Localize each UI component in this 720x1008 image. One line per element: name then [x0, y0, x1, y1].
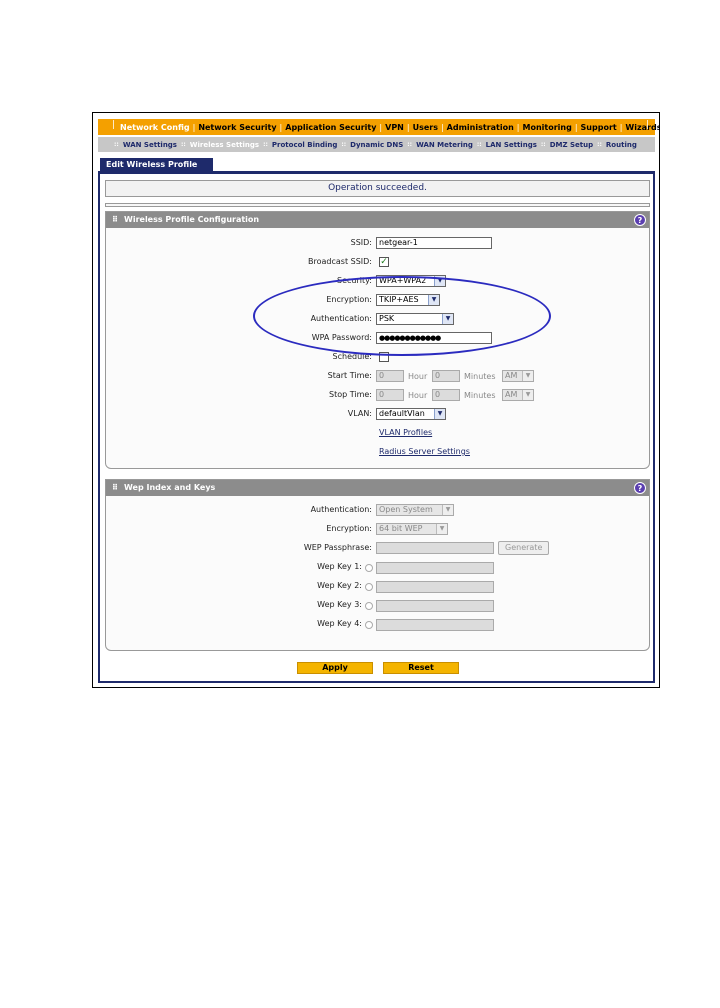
annotation-ellipse — [253, 276, 551, 356]
chevron-down-icon: ▼ — [442, 505, 453, 515]
grip-icon: ⠿ — [112, 215, 118, 224]
sub-nav-routing[interactable]: Routing — [606, 141, 637, 149]
sub-nav: :: WAN Settings :: Wireless Settings :: Pro… — [98, 137, 655, 152]
stop-minutes-input[interactable]: 0 — [432, 389, 460, 401]
main-nav-network-config[interactable]: Network Config — [120, 123, 190, 132]
sub-nav-lan-settings[interactable]: LAN Settings — [486, 141, 537, 149]
wep-encryption-label: Encryption: — [326, 524, 372, 533]
apply-button[interactable]: Apply — [297, 662, 373, 674]
sub-nav-protocol-binding[interactable]: Protocol Binding — [272, 141, 337, 149]
stop-ampm-select[interactable]: AM ▼ — [502, 389, 534, 401]
vlan-value: defaultVlan — [379, 409, 425, 418]
router-admin-window: | Network Config | Network Security | Appl… — [92, 112, 660, 688]
section-header: ⠿ Wireless Profile Configuration ? — [106, 212, 649, 228]
ssid-input[interactable]: netgear-1 — [376, 237, 492, 249]
wep-key4-radio[interactable] — [365, 621, 373, 629]
wep-key4-input[interactable] — [376, 619, 494, 631]
wep-passphrase-label: WEP Passphrase: — [303, 543, 372, 552]
wep-passphrase-input[interactable] — [376, 542, 494, 554]
wep-key3-radio[interactable] — [365, 602, 373, 610]
wep-key3-input[interactable] — [376, 600, 494, 612]
wep-authentication-label: Authentication: — [310, 505, 372, 514]
main-nav-items: Network Config | Network Security | Applic… — [120, 122, 660, 132]
main-nav-application-security[interactable]: Application Security — [285, 123, 376, 132]
wep-authentication-value: Open System — [379, 505, 433, 514]
stop-ampm-value: AM — [505, 390, 518, 399]
sub-nav-dynamic-dns[interactable]: Dynamic DNS — [350, 141, 403, 149]
help-icon[interactable]: ? — [634, 214, 646, 226]
help-icon[interactable]: ? — [634, 482, 646, 494]
wep-key1-radio[interactable] — [365, 564, 373, 572]
broadcast-ssid-label: Broadcast SSID: — [308, 257, 372, 266]
section-title: Wireless Profile Configuration — [124, 215, 260, 224]
main-nav-administration[interactable]: Administration — [447, 123, 514, 132]
vlan-label: VLAN: — [347, 409, 372, 418]
grip-icon: ⠿ — [112, 483, 118, 492]
start-minutes-input[interactable]: 0 — [432, 370, 460, 382]
start-ampm-value: AM — [505, 371, 518, 380]
wep-key3-label: Wep Key 3: — [317, 600, 362, 609]
generate-button[interactable]: Generate — [498, 541, 550, 555]
tab-edit-wireless-profile[interactable]: Edit Wireless Profile — [100, 158, 213, 171]
chevron-down-icon: ▼ — [522, 371, 533, 381]
content-panel: Operation succeeded. ⠿ Wireless Profile … — [98, 171, 655, 683]
broadcast-ssid-checkbox[interactable]: ✓ — [379, 257, 389, 267]
wep-key2-input[interactable] — [376, 581, 494, 593]
stop-time-label: Stop Time: — [328, 390, 372, 399]
ssid-label: SSID: — [350, 238, 372, 247]
wep-encryption-select[interactable]: 64 bit WEP ▼ — [376, 523, 448, 535]
wep-key2-radio[interactable] — [365, 583, 373, 591]
stop-hour-input[interactable]: 0 — [376, 389, 404, 401]
chevron-down-icon: ▼ — [436, 524, 447, 534]
main-nav-monitoring[interactable]: Monitoring — [523, 123, 572, 132]
main-nav: | Network Config | Network Security | Appl… — [98, 119, 660, 135]
sub-nav-wireless-settings[interactable]: Wireless Settings — [190, 141, 259, 149]
wep-authentication-select[interactable]: Open System ▼ — [376, 504, 454, 516]
main-nav-users[interactable]: Users — [413, 123, 438, 132]
wep-section: ⠿ Wep Index and Keys ? Authentication: O… — [105, 479, 650, 651]
start-hour-input[interactable]: 0 — [376, 370, 404, 382]
section-title: Wep Index and Keys — [124, 483, 216, 492]
start-time-label: Start Time: — [327, 371, 372, 380]
section-header: ⠿ Wep Index and Keys ? — [106, 480, 649, 496]
status-message: Operation succeeded. — [105, 180, 650, 197]
main-nav-wizards[interactable]: Wizards — [625, 123, 659, 132]
stop-minutes-unit: Minutes — [464, 391, 496, 400]
vlan-select[interactable]: defaultVlan ▼ — [376, 408, 446, 420]
wep-key1-label: Wep Key 1: — [317, 562, 362, 571]
divider-bar — [105, 203, 650, 207]
vlan-profiles-link[interactable]: VLAN Profiles — [379, 428, 432, 437]
main-nav-network-security[interactable]: Network Security — [198, 123, 276, 132]
wep-key2-label: Wep Key 2: — [317, 581, 362, 590]
sub-nav-wan-settings[interactable]: WAN Settings — [123, 141, 177, 149]
wep-key4-label: Wep Key 4: — [317, 619, 362, 628]
wep-encryption-value: 64 bit WEP — [379, 524, 423, 533]
wep-key1-input[interactable] — [376, 562, 494, 574]
chevron-down-icon: ▼ — [522, 390, 533, 400]
stop-hour-unit: Hour — [408, 391, 428, 400]
radius-server-settings-link[interactable]: Radius Server Settings — [379, 447, 470, 456]
sub-nav-wan-metering[interactable]: WAN Metering — [416, 141, 473, 149]
chevron-down-icon: ▼ — [434, 409, 445, 419]
start-minutes-unit: Minutes — [464, 372, 496, 381]
start-ampm-select[interactable]: AM ▼ — [502, 370, 534, 382]
sub-nav-dmz-setup[interactable]: DMZ Setup — [550, 141, 593, 149]
start-hour-unit: Hour — [408, 372, 428, 381]
main-nav-support[interactable]: Support — [581, 123, 617, 132]
main-nav-vpn[interactable]: VPN — [385, 123, 404, 132]
nav-bracket-right: | — [645, 120, 649, 130]
reset-button[interactable]: Reset — [383, 662, 459, 674]
